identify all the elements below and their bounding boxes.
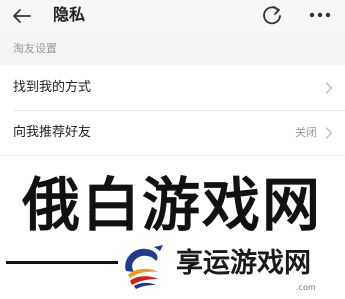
row-label: 找到我的方式 bbox=[13, 80, 92, 95]
chevron-right-icon bbox=[325, 82, 333, 94]
section-header: 淘友设置 bbox=[0, 33, 345, 65]
top-bar: 隐私 bbox=[0, 0, 345, 33]
watermark-domain: .com bbox=[296, 283, 316, 292]
row-recommend-friends[interactable]: 向我推荐好友 关闭 bbox=[0, 111, 345, 155]
watermark-brand: 享运游戏网 bbox=[176, 248, 311, 279]
arrow-left-icon[interactable] bbox=[11, 5, 33, 27]
refresh-icon[interactable] bbox=[261, 4, 283, 26]
chevron-right-icon bbox=[325, 127, 333, 139]
section-title: 淘友设置 bbox=[13, 42, 57, 55]
row-label: 向我推荐好友 bbox=[13, 125, 92, 140]
dragon-logo-icon bbox=[125, 245, 163, 289]
row-divider bbox=[0, 155, 345, 156]
page-title: 隐私 bbox=[53, 5, 86, 24]
watermark-title: 俄白游戏网 bbox=[21, 171, 322, 239]
row-value: 关闭 bbox=[295, 126, 317, 139]
watermark-line bbox=[6, 261, 118, 264]
row-find-me[interactable]: 找到我的方式 bbox=[0, 66, 345, 110]
more-dots-icon[interactable] bbox=[306, 4, 334, 26]
